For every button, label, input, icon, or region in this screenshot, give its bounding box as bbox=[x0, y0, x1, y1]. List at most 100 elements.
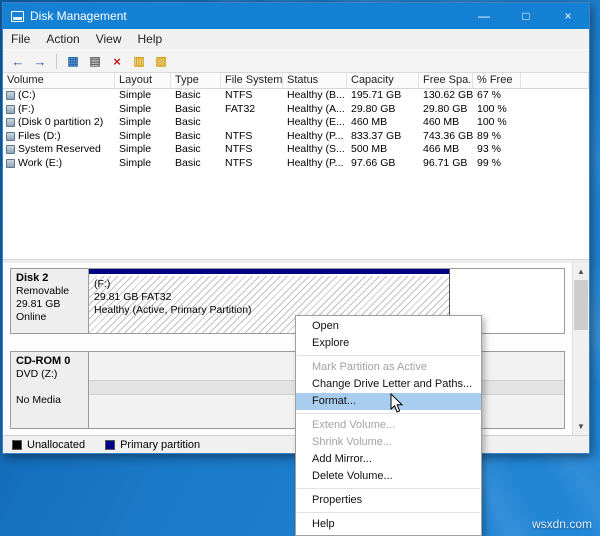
menu-item-change-drive-letter[interactable]: Change Drive Letter and Paths... bbox=[296, 376, 481, 393]
menu-item-shrink-volume: Shrink Volume... bbox=[312, 436, 393, 448]
menu-item-explore[interactable]: Explore bbox=[296, 335, 481, 352]
cell-type: Basic bbox=[175, 143, 201, 155]
folder-icon[interactable]: ▥ bbox=[129, 51, 149, 71]
unallocated-swatch bbox=[12, 439, 22, 450]
cell-layout: Simple bbox=[119, 129, 152, 142]
delete-icon[interactable]: × bbox=[107, 51, 127, 71]
cell-pct: 100 % bbox=[477, 116, 507, 128]
cell-pct: 89 % bbox=[477, 129, 501, 142]
title-bar[interactable]: Disk Management — □ × bbox=[3, 3, 589, 29]
volume-label: System Reserved bbox=[18, 143, 101, 155]
column-volume[interactable]: Volume bbox=[3, 73, 115, 89]
table-row[interactable]: System Reserved Simple Basic NTFS Health… bbox=[3, 143, 589, 157]
menu-help[interactable]: Help bbox=[130, 30, 171, 48]
forward-icon[interactable]: → bbox=[30, 51, 50, 71]
cell-fs bbox=[221, 116, 283, 130]
column-free-space[interactable]: Free Spa... bbox=[419, 73, 473, 89]
table-header: Volume Layout Type File System Status Ca… bbox=[3, 73, 589, 89]
cell-fs: NTFS bbox=[225, 129, 253, 142]
toolbar-separator bbox=[56, 53, 57, 69]
menu-item-extend-volume: Extend Volume... bbox=[312, 419, 396, 431]
cell-free: 29.80 GB bbox=[423, 102, 468, 115]
disk-media: Removable bbox=[16, 285, 70, 297]
cell-free: 96.71 GB bbox=[423, 156, 468, 169]
properties-icon[interactable]: ▤ bbox=[85, 51, 105, 71]
cell-type: Basic bbox=[175, 129, 201, 142]
partition-detail: 29.81 GB FAT32 bbox=[94, 291, 172, 303]
volume-label: (F:) bbox=[18, 102, 35, 115]
disk-size: 29.81 GB bbox=[16, 298, 61, 310]
table-row[interactable]: Files (D:) Simple Basic NTFS Healthy (P.… bbox=[3, 130, 589, 144]
scroll-down-icon[interactable]: ▼ bbox=[573, 418, 589, 435]
window-title: Disk Management bbox=[30, 9, 127, 23]
cell-free: 130.62 GB bbox=[423, 89, 473, 101]
cell-pct: 93 % bbox=[477, 143, 501, 155]
back-icon[interactable]: ← bbox=[8, 51, 28, 71]
cell-fs: NTFS bbox=[225, 156, 253, 169]
scrollbar-thumb[interactable] bbox=[574, 280, 588, 330]
disk-management-icon bbox=[11, 10, 24, 22]
minimize-button[interactable]: — bbox=[463, 3, 505, 29]
folder-open-icon[interactable]: ▧ bbox=[151, 51, 171, 71]
volume-label: (Disk 0 partition 2) bbox=[18, 116, 104, 128]
table-row[interactable]: Work (E:) Simple Basic NTFS Healthy (P..… bbox=[3, 157, 589, 171]
toolbar: ← → ▦ ▤ × ▥ ▧ bbox=[3, 49, 589, 73]
maximize-button[interactable]: □ bbox=[505, 3, 547, 29]
menu-item-format[interactable]: Format... bbox=[296, 393, 481, 410]
cell-layout: Simple bbox=[119, 89, 152, 101]
column-layout[interactable]: Layout bbox=[115, 73, 171, 89]
watermark: wsxdn.com bbox=[531, 517, 592, 531]
cell-free: 466 MB bbox=[423, 143, 460, 155]
column-pct-free[interactable]: % Free bbox=[473, 73, 521, 89]
partition-label: (F:) bbox=[94, 278, 111, 290]
menu-separator bbox=[297, 413, 480, 414]
table-row[interactable]: (Disk 0 partition 2) Simple Basic Health… bbox=[3, 116, 589, 130]
column-type[interactable]: Type bbox=[171, 73, 221, 89]
scroll-up-icon[interactable]: ▲ bbox=[573, 263, 589, 280]
volume-label: (C:) bbox=[18, 89, 36, 101]
menu-item-add-mirror[interactable]: Add Mirror... bbox=[296, 451, 481, 468]
mouse-cursor bbox=[390, 392, 406, 420]
drive-icon bbox=[6, 104, 15, 114]
drive-icon bbox=[6, 91, 15, 101]
volume-label: Files (D:) bbox=[18, 129, 61, 142]
table-row[interactable]: (F:) Simple Basic FAT32 Healthy (A... 29… bbox=[3, 103, 589, 117]
cdrom-0-info[interactable]: CD-ROM 0 DVD (Z:) No Media bbox=[11, 352, 89, 428]
menu-view[interactable]: View bbox=[88, 30, 130, 48]
disk-2-info[interactable]: Disk 2 Removable 29.81 GB Online bbox=[11, 269, 89, 333]
disk-name: Disk 2 bbox=[16, 272, 49, 284]
cell-fs: NTFS bbox=[225, 143, 253, 155]
menu-item-open[interactable]: Open bbox=[296, 318, 481, 335]
menu-item-mark-partition-active: Mark Partition as Active bbox=[312, 361, 427, 373]
disk-status: Online bbox=[16, 311, 47, 323]
cell-free: 460 MB bbox=[423, 116, 460, 128]
cdrom-name: CD-ROM 0 bbox=[16, 355, 71, 367]
close-button[interactable]: × bbox=[547, 3, 589, 29]
vertical-scrollbar[interactable]: ▲ ▼ bbox=[572, 263, 589, 435]
menu-item-delete-volume[interactable]: Delete Volume... bbox=[296, 468, 481, 485]
cdrom-media: DVD (Z:) bbox=[16, 368, 58, 380]
volume-list: Volume Layout Type File System Status Ca… bbox=[3, 73, 589, 259]
column-file-system[interactable]: File System bbox=[221, 73, 283, 89]
menu-action[interactable]: Action bbox=[38, 30, 87, 48]
table-row[interactable]: (C:) Simple Basic NTFS Healthy (B... 195… bbox=[3, 89, 589, 103]
cell-type: Basic bbox=[175, 89, 201, 101]
cell-layout: Simple bbox=[119, 143, 152, 155]
cell-type: Basic bbox=[175, 116, 201, 128]
column-capacity[interactable]: Capacity bbox=[347, 73, 419, 89]
drive-icon bbox=[6, 131, 15, 141]
menu-item-help[interactable]: Help bbox=[296, 516, 481, 533]
cell-capacity: 29.80 GB bbox=[351, 102, 396, 115]
cell-fs: NTFS bbox=[225, 89, 253, 101]
menu-item-properties[interactable]: Properties bbox=[296, 492, 481, 509]
menu-file[interactable]: File bbox=[3, 30, 38, 48]
cell-pct: 100 % bbox=[477, 102, 507, 115]
cell-capacity: 500 MB bbox=[351, 143, 388, 155]
menu-separator bbox=[297, 355, 480, 356]
primary-partition-label: Primary partition bbox=[120, 438, 201, 451]
console-window-icon[interactable]: ▦ bbox=[63, 51, 83, 71]
column-status[interactable]: Status bbox=[283, 73, 347, 89]
drive-icon bbox=[6, 158, 15, 168]
cell-free: 743.36 GB bbox=[423, 129, 473, 142]
menu-bar: File Action View Help bbox=[3, 29, 589, 49]
